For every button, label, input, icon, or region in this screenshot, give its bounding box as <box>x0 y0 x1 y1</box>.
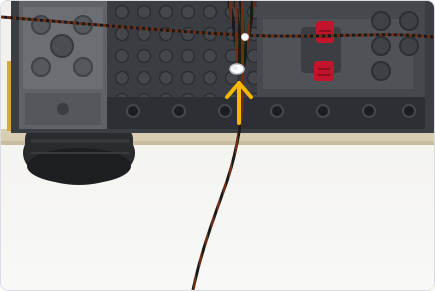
led-small <box>241 33 249 41</box>
stud-grid <box>107 1 257 97</box>
photo-frame <box>0 0 435 291</box>
red-piece-bottom <box>314 61 334 81</box>
technic-strip <box>107 97 425 129</box>
photo <box>1 1 434 290</box>
right-panel <box>257 1 425 99</box>
red-piece-top <box>316 21 334 43</box>
